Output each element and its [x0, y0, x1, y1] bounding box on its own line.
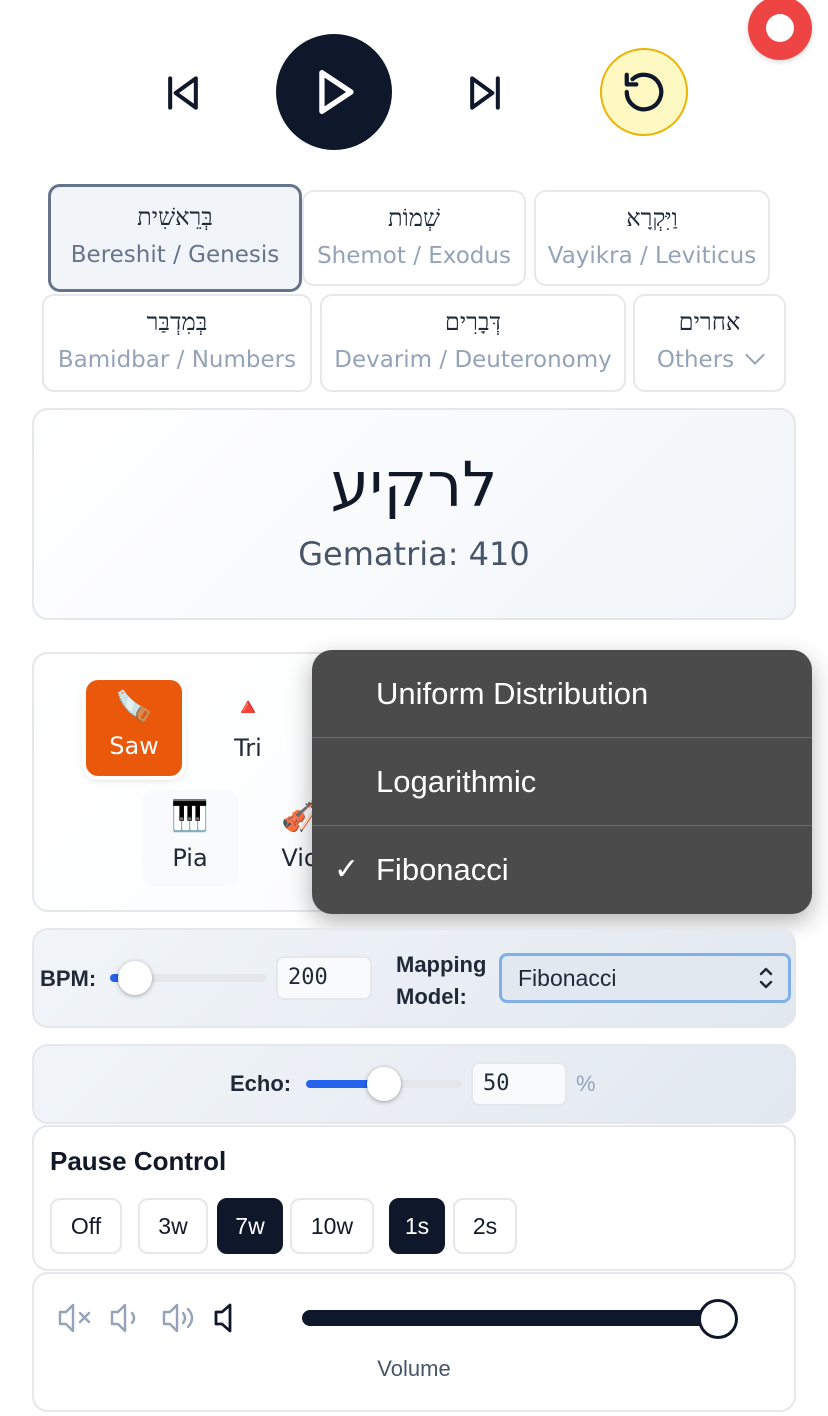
- current-word: לרקיע: [330, 448, 498, 521]
- pause-3w-button[interactable]: 3w: [138, 1198, 208, 1254]
- book-english-name: Bereshit / Genesis: [70, 242, 280, 268]
- reset-button[interactable]: [600, 48, 688, 136]
- volume-low-icon[interactable]: [108, 1300, 148, 1336]
- chevron-down-icon: [745, 345, 766, 365]
- book-english-name: Others: [635, 345, 784, 373]
- instrument-piano[interactable]: 🎹 Pia: [142, 790, 238, 886]
- piano-icon: 🎹: [171, 799, 209, 834]
- chevron-up-down-icon: [759, 967, 773, 989]
- echo-slider-thumb[interactable]: [367, 1067, 401, 1101]
- bpm-label: BPM:: [40, 966, 97, 991]
- volume-slider-thumb[interactable]: [698, 1299, 738, 1339]
- pause-7w-button[interactable]: 7w: [217, 1198, 283, 1254]
- pause-control-title: Pause Control: [50, 1146, 227, 1176]
- book-hebrew-name: וַיִּקְרָא: [626, 204, 678, 232]
- book-english-name: Vayikra / Leviticus: [547, 243, 757, 269]
- volume-mute-icon[interactable]: [56, 1300, 96, 1336]
- book-others-dropdown[interactable]: אחרים Others: [633, 294, 786, 392]
- mapping-model-select[interactable]: Fibonacci: [499, 953, 791, 1003]
- pause-10w-button[interactable]: 10w: [290, 1198, 374, 1254]
- book-english-name: Shemot / Exodus: [317, 243, 511, 269]
- menu-option-logarithmic[interactable]: Logarithmic: [312, 738, 812, 826]
- rotate-ccw-icon: [624, 72, 664, 112]
- volume-icon[interactable]: [210, 1300, 250, 1336]
- checkmark-icon: ✓: [334, 853, 360, 886]
- mapping-model-value: Fibonacci: [518, 965, 617, 991]
- instrument-label: Tri: [234, 734, 262, 762]
- book-english-name: Devarim / Deuteronomy: [334, 347, 612, 373]
- book-hebrew-name: בְּמִדְבַּר: [146, 308, 208, 336]
- echo-label: Echo:: [230, 1071, 292, 1096]
- book-bereshit[interactable]: בְּרֵאשִׁית Bereshit / Genesis: [48, 184, 302, 292]
- menu-option-fibonacci[interactable]: ✓ Fibonacci: [312, 826, 812, 914]
- pause-1s-button[interactable]: 1s: [389, 1198, 445, 1254]
- echo-unit: %: [576, 1071, 596, 1096]
- record-icon: [766, 14, 794, 42]
- volume-label: Volume: [377, 1356, 451, 1381]
- echo-input[interactable]: 50: [471, 1062, 567, 1106]
- book-bamidbar[interactable]: בְּמִדְבַּר Bamidbar / Numbers: [42, 294, 312, 392]
- volume-panel: [32, 1272, 796, 1412]
- word-display: לרקיע Gematria: 410: [32, 408, 796, 620]
- skip-back-icon: [168, 76, 198, 110]
- book-hebrew-name: שְׁמוֹת: [388, 204, 440, 232]
- mapping-model-label: Mapping Model:: [396, 952, 487, 1009]
- gematria-value: Gematria: 410: [298, 535, 530, 573]
- play-icon: [319, 70, 354, 114]
- volume-high-icon[interactable]: [160, 1300, 200, 1336]
- menu-option-uniform[interactable]: Uniform Distribution: [312, 650, 812, 738]
- book-vayikra[interactable]: וַיִּקְרָא Vayikra / Leviticus: [534, 190, 770, 286]
- book-hebrew-name: אחרים: [678, 308, 741, 336]
- saw-icon: 🪚: [115, 689, 153, 724]
- volume-slider[interactable]: [302, 1310, 722, 1326]
- instrument-label: Pia: [172, 844, 208, 872]
- play-button[interactable]: [276, 34, 392, 150]
- previous-button[interactable]: [150, 60, 216, 126]
- instrument-label: Saw: [109, 732, 159, 760]
- instrument-triangle[interactable]: 🔺 Tri: [200, 680, 296, 776]
- book-hebrew-name: בְּרֵאשִׁית: [137, 203, 213, 231]
- book-hebrew-name: דְּבָרִים: [444, 308, 502, 336]
- book-shemot[interactable]: שְׁמוֹת Shemot / Exodus: [302, 190, 526, 286]
- record-button[interactable]: [748, 0, 812, 60]
- bpm-slider-thumb[interactable]: [117, 961, 152, 995]
- pause-2s-button[interactable]: 2s: [453, 1198, 517, 1254]
- triangle-icon: 🔺: [233, 693, 263, 721]
- book-english-name: Bamidbar / Numbers: [57, 347, 297, 373]
- bpm-input[interactable]: 200: [276, 956, 372, 1000]
- next-button[interactable]: [452, 60, 518, 126]
- book-devarim[interactable]: דְּבָרִים Devarim / Deuteronomy: [320, 294, 626, 392]
- mapping-model-menu: Uniform Distribution Logarithmic ✓ Fibon…: [312, 650, 812, 914]
- pause-off-button[interactable]: Off: [50, 1198, 122, 1254]
- skip-forward-icon: [470, 76, 500, 110]
- instrument-saw[interactable]: 🪚 Saw: [86, 680, 182, 776]
